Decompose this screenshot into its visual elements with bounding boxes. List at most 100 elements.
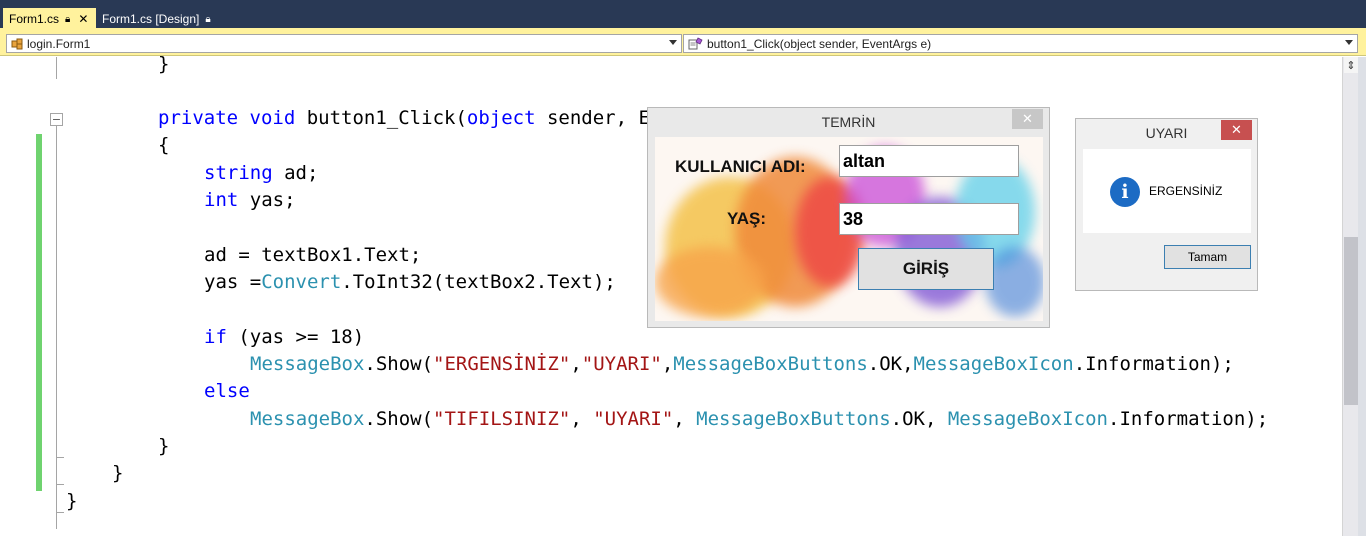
tab-label: Form1.cs [Design] <box>102 12 200 26</box>
code-token: MessageBox <box>250 408 365 430</box>
age-input[interactable]: 38 <box>839 203 1019 235</box>
code-token: , <box>570 408 594 430</box>
code-token: MessageBoxButtons <box>696 408 891 430</box>
scrollbar-thumb[interactable] <box>1344 237 1358 405</box>
username-input[interactable]: altan <box>839 145 1019 177</box>
paint-splash <box>655 247 765 317</box>
outline-guide <box>56 512 64 513</box>
code-token: "UYARI" <box>581 353 662 375</box>
code-token: int <box>204 189 239 211</box>
code-token: , <box>570 353 582 375</box>
lock-icon: 🔒︎ <box>65 13 71 25</box>
chevron-down-icon <box>1345 40 1353 45</box>
code-token: } <box>158 435 170 457</box>
username-label: KULLANICI ADI: <box>675 157 806 176</box>
code-token: .OK, <box>867 353 914 375</box>
code-token: if <box>204 326 227 348</box>
code-token: } <box>66 490 78 512</box>
code-line: private void button1_Click(object sender… <box>158 105 650 132</box>
age-label: YAŞ: <box>727 209 767 228</box>
code-token: "TIFILSINIZ" <box>433 408 571 430</box>
changed-lines-marker <box>36 134 42 491</box>
vertical-scrollbar[interactable]: ⇕ <box>1342 57 1358 536</box>
code-token: .Show( <box>364 408 434 430</box>
code-token: } <box>112 462 124 484</box>
tab-form1-cs[interactable]: Form1.cs 🔒︎ ✕ <box>3 8 96 30</box>
indicator-margin <box>0 57 34 536</box>
code-line: MessageBox.Show("ERGENSİNİZ","UYARI",Mes… <box>250 351 1234 378</box>
split-icon[interactable]: ⇕ <box>1344 57 1358 73</box>
outline-guide <box>56 457 64 458</box>
code-line: int yas; <box>204 187 296 214</box>
code-token: string <box>204 162 273 184</box>
login-form-window: TEMRİN ✕ KULLANICI ADI: altan YAŞ: 38 Gİ… <box>647 107 1050 328</box>
code-token: ad = textBox1.Text; <box>204 244 422 266</box>
document-tab-strip: Form1.cs 🔒︎ ✕ Form1.cs [Design] 🔒︎ <box>0 0 1366 31</box>
code-token: MessageBoxIcon <box>913 353 1074 375</box>
information-icon: i <box>1110 177 1140 207</box>
button-area: Tamam <box>1083 233 1251 284</box>
code-token: , <box>673 408 697 430</box>
login-button[interactable]: GİRİŞ <box>858 248 994 290</box>
code-token: "UYARI" <box>593 408 674 430</box>
message-area: i ERGENSİNİZ <box>1083 149 1251 233</box>
form-background: KULLANICI ADI: altan YAŞ: 38 GİRİŞ <box>655 137 1043 321</box>
code-line: MessageBox.Show("TIFILSINIZ", "UYARI", M… <box>250 406 1268 433</box>
ok-button[interactable]: Tamam <box>1164 245 1251 269</box>
code-token: .Information); <box>1073 353 1234 375</box>
code-token: , <box>661 353 674 375</box>
code-token: .OK, <box>890 408 948 430</box>
navigation-bar: login.Form1 button1_Click(object sender,… <box>0 31 1366 56</box>
chevron-down-icon <box>669 40 677 45</box>
code-token: yas; <box>238 189 296 211</box>
code-token: button1_Click( <box>306 107 467 129</box>
code-token: object <box>466 107 536 129</box>
code-token: MessageBoxIcon <box>947 408 1108 430</box>
tab-label: Form1.cs <box>9 12 60 26</box>
code-token: MessageBox <box>250 353 365 375</box>
code-line: if (yas >= 18) <box>204 324 364 351</box>
code-token: MessageBoxButtons <box>673 353 868 375</box>
code-line: string ad; <box>204 160 318 187</box>
code-token: else <box>204 380 250 402</box>
message-text: ERGENSİNİZ <box>1149 184 1223 198</box>
code-token: yas = <box>204 271 262 293</box>
member-dropdown-value: button1_Click(object sender, EventArgs e… <box>707 36 932 51</box>
member-dropdown[interactable]: button1_Click(object sender, EventArgs e… <box>683 34 1358 53</box>
outline-guide <box>56 125 57 529</box>
class-icon <box>11 38 24 50</box>
code-line: } <box>112 460 123 487</box>
tab-form1-design[interactable]: Form1.cs [Design] 🔒︎ <box>96 8 226 30</box>
code-line: ad = textBox1.Text; <box>204 242 421 269</box>
window-title: TEMRİN <box>821 114 876 130</box>
close-icon[interactable]: ✕ <box>1012 109 1043 129</box>
window-edge <box>1358 57 1366 536</box>
outline-guide <box>56 484 64 485</box>
code-token: "ERGENSİNİZ" <box>433 353 571 375</box>
code-token: sender, E <box>535 107 650 129</box>
code-token: Convert <box>261 271 342 293</box>
code-line: { <box>158 132 169 159</box>
lock-icon: 🔒︎ <box>205 13 211 25</box>
code-line: else <box>204 378 250 405</box>
class-dropdown[interactable]: login.Form1 <box>6 34 682 53</box>
code-token: .ToInt32(textBox2.Text); <box>341 271 616 293</box>
code-token: .Show( <box>364 353 434 375</box>
message-box-window: UYARI ✕ i ERGENSİNİZ Tamam <box>1075 118 1258 291</box>
code-token: private void <box>158 107 296 129</box>
code-token: .Information); <box>1108 408 1269 430</box>
collapse-toggle[interactable]: − <box>50 113 63 126</box>
code-token: (yas >= 18) <box>226 326 365 348</box>
code-line: } <box>66 488 77 515</box>
code-token: { <box>158 134 170 156</box>
method-icon <box>688 37 704 50</box>
code-line: yas =Convert.ToInt32(textBox2.Text); <box>204 269 616 296</box>
class-dropdown-value: login.Form1 <box>27 36 91 51</box>
code-line: } <box>158 51 169 78</box>
code-token: ad; <box>272 162 319 184</box>
outline-guide <box>56 57 57 79</box>
code-line: } <box>158 433 169 460</box>
close-icon[interactable]: ✕ <box>1221 120 1252 140</box>
close-icon[interactable]: ✕ <box>78 12 88 26</box>
code-token: } <box>158 53 170 75</box>
